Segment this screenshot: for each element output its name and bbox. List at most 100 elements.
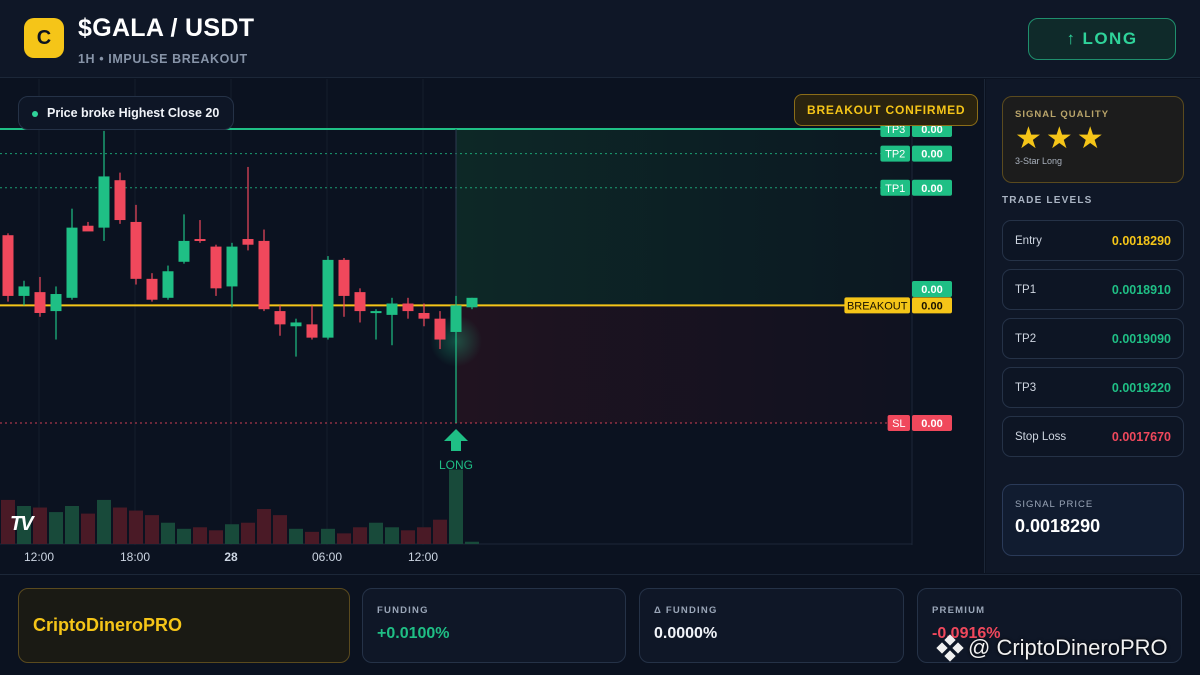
candle-body	[322, 259, 334, 338]
level-tag-name: BREAKOUT	[847, 300, 908, 312]
signal-price-value: 0.0018290	[1015, 516, 1101, 536]
level-label: Entry	[1015, 234, 1042, 247]
breakout-confirmed-badge: BREAKOUT CONFIRMED	[794, 94, 979, 126]
candle-body	[306, 324, 318, 338]
level-tag-name: TP1	[885, 183, 905, 195]
arrow-up-icon: ↑	[1066, 29, 1077, 48]
tradingview-logo: TV	[10, 513, 34, 535]
x-tick: 18:00	[119, 550, 151, 564]
level-entry: Entry 0.0018290	[1002, 220, 1184, 261]
candle-body	[194, 239, 206, 242]
level-label: TP3	[1015, 381, 1037, 394]
funding-value: +0.0100%	[377, 625, 450, 642]
candle-body	[402, 303, 414, 312]
signal-quality-caption: 3-Star Long	[1015, 156, 1063, 166]
volume-bar	[177, 528, 191, 544]
x-tick: 06:00	[311, 550, 343, 564]
premium-label: PREMIUM	[932, 605, 986, 616]
volume-bar	[257, 509, 271, 544]
binance-logo-icon	[936, 634, 964, 662]
level-value: 0.0018290	[1111, 233, 1171, 248]
candle-body	[354, 292, 366, 312]
candle-body	[34, 292, 46, 313]
funding-label: FUNDING	[377, 605, 429, 616]
volume-bar	[97, 499, 111, 544]
candle-body	[242, 239, 254, 245]
candle-body	[18, 286, 30, 296]
signal-quality-card: SIGNAL QUALITY ★★★ 3-Star Long	[1002, 96, 1184, 183]
volume-bar	[433, 519, 447, 544]
signal-sidebar: SIGNAL QUALITY ★★★ 3-Star Long TRADE LEV…	[986, 79, 1200, 573]
pair-title: $GALA / USDT	[78, 14, 255, 42]
level-tag-name: SL	[892, 418, 905, 430]
long-button-label: LONG	[1082, 29, 1138, 48]
candle-body	[50, 294, 62, 312]
volume-bar	[129, 510, 143, 544]
delta-funding-value: 0.0000%	[654, 625, 718, 642]
candle-body	[146, 278, 158, 300]
header: C $GALA / USDT 1H • IMPULSE BREAKOUT ↑ L…	[0, 0, 1200, 78]
level-stop-loss: Stop Loss 0.0017670	[1002, 416, 1184, 457]
long-button[interactable]: ↑ LONG	[1028, 18, 1176, 60]
brand-name: CriptoDineroPRO	[33, 615, 183, 635]
volume-bar	[289, 528, 303, 544]
volume-bar	[417, 527, 431, 544]
candle-body	[450, 305, 462, 332]
level-label: Stop Loss	[1015, 430, 1067, 443]
x-tick: 28	[224, 550, 238, 564]
candle-body	[418, 312, 430, 319]
candle-body	[274, 311, 286, 325]
candle-body	[178, 240, 190, 262]
level-label: TP2	[1015, 332, 1037, 345]
footer: CriptoDineroPRO FUNDING +0.0100% Δ FUNDI…	[0, 574, 1200, 675]
volume-bar	[241, 522, 255, 544]
volume-bar	[369, 522, 383, 544]
volume-bar	[401, 530, 415, 544]
level-tag-value: 0.00	[921, 284, 942, 296]
candle-body	[466, 297, 478, 308]
level-tag-value: 0.00	[921, 300, 942, 312]
volume-bar	[353, 527, 367, 544]
volume-bar	[225, 524, 239, 544]
funding-card: FUNDING +0.0100%	[362, 588, 626, 663]
volume-bar	[273, 515, 287, 544]
long-signal-label: LONG	[439, 458, 473, 472]
candle-body	[130, 221, 142, 279]
candle-body	[370, 311, 382, 314]
volume-bar	[81, 513, 95, 544]
level-tag-value: 0.00	[921, 183, 942, 195]
time-axis: 12:00 18:00 28 06:00 12:00	[0, 544, 985, 572]
level-tag-value: 0.00	[921, 149, 942, 161]
candle-body	[98, 176, 110, 228]
volume-bar	[161, 522, 175, 544]
price-chart[interactable]: LONG TP3 0.00 TP2 0.00 TP1 0.00 0.00 BREAKOUT 0.0…	[0, 79, 985, 573]
delta-funding-label: Δ FUNDING	[654, 605, 718, 616]
level-value: 0.0018910	[1111, 282, 1171, 297]
candle-body	[114, 180, 126, 221]
star-rating-icon: ★★★	[1015, 122, 1108, 155]
watermark: @ CriptoDineroPRO	[936, 634, 1168, 662]
level-value: 0.0019090	[1111, 331, 1171, 346]
volume-bar	[113, 507, 127, 544]
x-tick: 12:00	[407, 550, 439, 564]
level-value: 0.0019220	[1111, 380, 1171, 395]
candle-body	[386, 303, 398, 315]
volume-bar	[49, 512, 63, 544]
signal-price-label: SIGNAL PRICE	[1015, 499, 1094, 510]
long-arrow-icon	[444, 429, 468, 451]
volume-bar	[449, 469, 463, 544]
candle-body	[226, 246, 238, 287]
candle-body	[82, 225, 94, 232]
condition-badge: Price broke Highest Close 20	[18, 96, 235, 130]
candle-body	[2, 235, 14, 296]
level-tp2: TP2 0.0019090	[1002, 318, 1184, 359]
trade-levels-title: TRADE LEVELS	[1002, 195, 1093, 206]
chart-canvas[interactable]: LONGTP3 0.00TP2 0.00TP1 0.000.00BREAKOUT 0.0…	[0, 79, 985, 545]
level-value: 0.0017670	[1111, 429, 1171, 444]
volume-bar	[209, 530, 223, 544]
volume-bar	[145, 515, 159, 544]
candle-body	[290, 322, 302, 327]
volume-bar	[33, 507, 47, 544]
candle-body	[210, 246, 222, 289]
volume-bar	[385, 527, 399, 544]
